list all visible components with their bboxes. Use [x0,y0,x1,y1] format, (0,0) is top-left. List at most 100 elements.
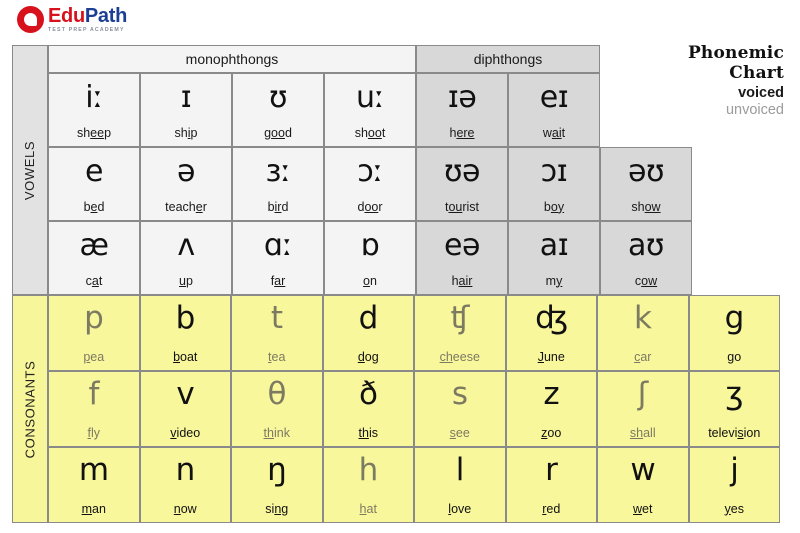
example-word: cow [634,273,658,288]
consonants-cell-hat[interactable]: h hat [322,447,414,523]
vowels-cell-up[interactable]: ʌ up [140,221,232,295]
phonemic-chart-page: EduPath TEST PREP ACADEMY Phonemic Chart… [0,0,800,533]
consonants-cell-car[interactable]: k car [597,295,689,371]
vowels-cell-on[interactable]: ɒ on [324,221,416,295]
example-word: see [449,425,470,440]
vowels-cell-ship[interactable]: ɪ ship [140,73,232,147]
consonants-cell-dog[interactable]: d dog [322,295,414,371]
example-word: bird [267,199,289,214]
consonants-cell-shall[interactable]: ʃ shall [597,371,689,447]
group-header-monophthongs-text: monophthongs [185,51,279,67]
vowels-cell-cat[interactable]: æ cat [48,221,140,295]
example-word: this [358,425,378,440]
example-word: teacher [165,199,207,214]
example-word: cheese [439,349,480,364]
vowels-cell-door[interactable]: ɔː door [324,147,416,221]
example-word: June [537,349,565,364]
example-word: fly [87,425,100,440]
phoneme-symbol: ð [359,376,378,412]
phoneme-symbol: æ [79,228,109,263]
consonants-cell-television[interactable]: ʒ television [688,371,780,447]
example-word: think [263,425,290,440]
phoneme-symbol: j [730,452,739,488]
consonants-cell-now[interactable]: n now [139,447,231,523]
example-word: car [634,349,652,364]
vowels-cell-hair[interactable]: eə hair [416,221,508,295]
side-label-vowels: VOWELS [12,45,48,295]
example-word: my [545,273,563,288]
consonants-cell-boat[interactable]: b boat [139,295,231,371]
phoneme-symbol: aɪ [539,228,569,263]
legend-unvoiced: unvoiced [725,102,784,119]
example-word: television [708,425,761,440]
vowels-cell-teacher[interactable]: ə teacher [140,147,232,221]
example-word: shoot [354,125,386,140]
example-word: boy [543,199,565,214]
phoneme-symbol: k [634,300,652,336]
vowels-cell-shoot[interactable]: uː shoot [324,73,416,147]
phoneme-symbol: e [85,154,103,189]
edupath-logo: EduPath TEST PREP ACADEMY [17,5,128,34]
consonants-cell-video[interactable]: v video [139,371,231,447]
consonants-cell-sing[interactable]: ŋ sing [231,447,323,523]
phoneme-symbol: θ [267,376,287,412]
example-word: go [727,349,742,364]
example-word: here [449,125,475,140]
example-word: far [270,273,286,288]
consonants-cell-see[interactable]: s see [414,371,506,447]
vowels-cell-wait[interactable]: eɪ wait [508,73,600,147]
consonants-cell-man[interactable]: m man [48,447,140,523]
consonants-cell-zoo[interactable]: z zoo [505,371,597,447]
consonants-cell-red[interactable]: r red [505,447,597,523]
logo-path-text: Path [84,5,128,27]
example-word: hair [451,273,473,288]
vowels-cell-my[interactable]: aɪ my [508,221,600,295]
legend-voiced: voiced [738,85,784,102]
consonants-cell-go[interactable]: g go [688,295,780,371]
vowels-cell-cow[interactable]: aʊ cow [600,221,692,295]
phoneme-symbol: ɔɪ [540,154,568,189]
phoneme-symbol: d [358,300,379,336]
vowels-cell-boy[interactable]: ɔɪ boy [508,147,600,221]
consonants-cell-wet[interactable]: w wet [597,447,689,523]
phoneme-symbol: eɪ [539,80,569,115]
vowels-cell-bird[interactable]: ɜː bird [232,147,324,221]
example-word: wet [633,501,653,516]
example-word: zoo [541,425,562,440]
consonants-cell-think[interactable]: θ think [231,371,323,447]
consonants-cell-cheese[interactable]: ʧ cheese [414,295,506,371]
consonants-cell-pea[interactable]: p pea [48,295,140,371]
phoneme-symbol: l [455,452,465,488]
group-header-diphthongs: diphthongs [416,45,600,73]
vowels-cell-bed[interactable]: e bed [48,147,140,221]
example-word: shall [629,425,656,440]
vowels-cell-show[interactable]: əʊ show [600,147,692,221]
consonants-cell-tea[interactable]: t tea [231,295,323,371]
example-word: love [448,501,472,516]
phoneme-symbol: ɑː [263,228,293,263]
vowels-cell-sheep[interactable]: iː sheep [48,73,140,147]
side-label-consonants: CONSONANTS [12,295,48,523]
consonants-cell-June[interactable]: ʤ June [505,295,597,371]
consonants-cell-yes[interactable]: j yes [688,447,780,523]
phoneme-symbol: p [84,300,104,336]
example-word: cat [85,273,103,288]
phoneme-symbol: ʤ [535,300,568,336]
consonants-cell-this[interactable]: ð this [322,371,414,447]
logo-tagline: TEST PREP ACADEMY [48,27,125,33]
consonants-cell-fly[interactable]: f fly [48,371,140,447]
consonants-cell-love[interactable]: l love [414,447,506,523]
phoneme-symbol: s [451,376,468,412]
phoneme-symbol: ɒ [360,228,380,263]
example-word: up [179,273,193,288]
example-word: wait [542,125,566,140]
vowels-cell-here[interactable]: ɪə here [416,73,508,147]
example-word: yes [724,501,744,516]
phoneme-symbol: ə [177,154,195,189]
phoneme-symbol: əʊ [628,154,665,189]
vowels-cell-tourist[interactable]: ʊə tourist [416,147,508,221]
phoneme-symbol: ʊə [444,154,481,189]
vowels-cell-far[interactable]: ɑː far [232,221,324,295]
vowels-cell-good[interactable]: ʊ good [232,73,324,147]
example-word: good [264,125,292,140]
